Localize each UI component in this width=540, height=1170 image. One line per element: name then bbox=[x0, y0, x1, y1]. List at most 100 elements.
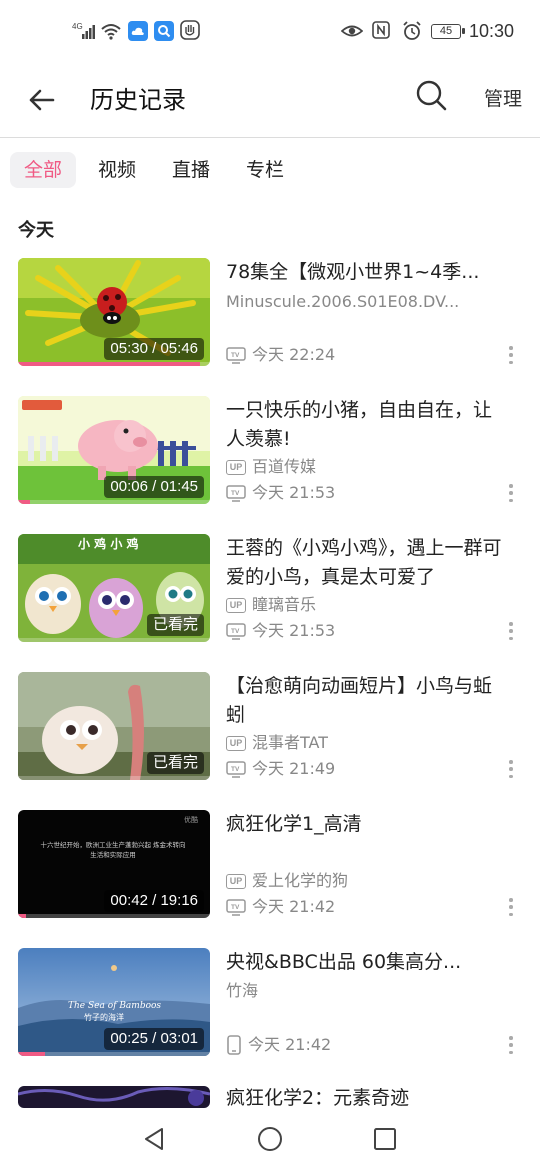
page-title: 历史记录 bbox=[90, 86, 186, 114]
tab-column[interactable]: 专栏 bbox=[232, 152, 298, 188]
video-thumbnail[interactable]: 优酷 十六世纪开始，欧洲工业生产蓬勃兴起 炼金术转向生活和实际应用 00:42 … bbox=[18, 810, 210, 918]
watch-time-row: TV 今天 22:24 bbox=[226, 344, 335, 366]
progress-track bbox=[18, 500, 210, 504]
tab-video[interactable]: 视频 bbox=[84, 152, 150, 188]
watch-time-row: TV 今天 21:42 bbox=[226, 896, 335, 918]
history-item[interactable]: 05:30 / 05:46 78集全【微观小世界1~4季... Minuscul… bbox=[0, 258, 540, 366]
watch-time: 今天 21:53 bbox=[252, 483, 336, 502]
square-recents-icon bbox=[374, 1128, 396, 1150]
search-icon bbox=[416, 80, 447, 111]
svg-text:竹子的海洋: 竹子的海洋 bbox=[84, 1012, 124, 1022]
wifi-icon bbox=[100, 20, 122, 42]
up-badge-icon: UP bbox=[226, 459, 246, 475]
history-item[interactable]: 优酷 十六世纪开始，欧洲工业生产蓬勃兴起 炼金术转向生活和实际应用 00:42 … bbox=[0, 810, 540, 918]
uploader-row: UP 百道传媒 bbox=[226, 456, 316, 478]
video-title[interactable]: 【治愈萌向动画短片】小鸟与蚯蚓 bbox=[226, 672, 506, 730]
more-options-icon[interactable] bbox=[508, 622, 514, 640]
watch-time: 今天 21:42 bbox=[248, 1035, 332, 1054]
progress-track bbox=[18, 914, 210, 918]
svg-text:The Sea of Bamboos: The Sea of Bamboos bbox=[68, 1001, 161, 1011]
watch-time-row: TV 今天 21:53 bbox=[226, 482, 335, 504]
watch-time: 今天 21:42 bbox=[252, 897, 336, 916]
eye-icon bbox=[340, 20, 364, 42]
history-item[interactable]: 00:06 / 01:45 一只快乐的小猪，自由自在，让人羡慕! UP 百道传媒… bbox=[0, 396, 540, 504]
chemistry2-thumbnail-image bbox=[18, 1086, 210, 1108]
watch-time: 今天 21:53 bbox=[252, 621, 336, 640]
battery-indicator: 45 bbox=[430, 23, 465, 39]
tv-icon: TV bbox=[226, 484, 246, 502]
section-title-today: 今天 bbox=[18, 220, 54, 241]
uploader-name[interactable]: 百道传媒 bbox=[252, 456, 316, 478]
nav-back-button[interactable] bbox=[142, 1126, 168, 1152]
video-title[interactable]: 王蓉的《小鸡小鸡》，遇上一群可爱的小鸟，真是太可爱了 bbox=[226, 534, 506, 592]
uploader-name[interactable]: 爱上化学的狗 bbox=[252, 870, 348, 892]
tab-all[interactable]: 全部 bbox=[10, 152, 77, 188]
duration-label: 已看完 bbox=[146, 752, 204, 774]
video-title[interactable]: 央视&BBC出品 60集高分... bbox=[226, 948, 506, 977]
more-options-icon[interactable] bbox=[508, 1036, 514, 1054]
watch-progress-bar bbox=[18, 1052, 45, 1056]
up-badge-icon: UP bbox=[226, 873, 246, 889]
status-bar: 4G 45 10:30 bbox=[0, 0, 540, 66]
nav-recents-button[interactable] bbox=[372, 1126, 398, 1152]
uploader-name[interactable]: 混事者TAT bbox=[252, 732, 328, 754]
watch-progress-bar bbox=[18, 500, 30, 504]
weather-app-icon bbox=[128, 21, 148, 41]
back-button[interactable] bbox=[24, 82, 60, 118]
video-title[interactable]: 78集全【微观小世界1~4季... bbox=[226, 258, 506, 287]
progress-track bbox=[18, 776, 210, 780]
video-thumbnail[interactable]: 00:06 / 01:45 bbox=[18, 396, 210, 504]
phone-icon bbox=[226, 1035, 242, 1055]
video-subtitle: Minuscule.2006.S01E08.DV... bbox=[226, 292, 460, 311]
uploader-row: UP 混事者TAT bbox=[226, 732, 328, 754]
manage-button[interactable]: 管理 bbox=[484, 84, 522, 114]
tv-icon: TV bbox=[226, 760, 246, 778]
status-time: 10:30 bbox=[468, 20, 514, 41]
svg-text:TV: TV bbox=[231, 490, 240, 497]
watch-progress-bar bbox=[18, 914, 26, 918]
history-item[interactable]: 小 鸡 小 鸡 已看完 王蓉的《小鸡小鸡》，遇上一群可爱的小鸟，真是太可爱了 U… bbox=[0, 534, 540, 642]
tv-icon: TV bbox=[226, 346, 246, 364]
search-app-icon bbox=[154, 21, 174, 41]
more-options-icon[interactable] bbox=[508, 898, 514, 916]
video-thumbnail[interactable]: 05:30 / 05:46 bbox=[18, 258, 210, 366]
duration-label: 00:25 / 03:01 bbox=[104, 1028, 204, 1050]
history-item[interactable]: 已看完 【治愈萌向动画短片】小鸟与蚯蚓 UP 混事者TAT TV 今天 21:4… bbox=[0, 672, 540, 780]
history-item[interactable]: The Sea of Bamboos 竹子的海洋 00:25 / 03:01 央… bbox=[0, 948, 540, 1056]
video-title[interactable]: 疯狂化学1_高清 bbox=[226, 810, 506, 839]
history-item[interactable]: 疯狂化学2：元素奇迹 bbox=[0, 1086, 540, 1108]
filter-tabs: 全部 视频 直播 专栏 bbox=[10, 152, 306, 188]
video-title[interactable]: 一只快乐的小猪，自由自在，让人羡慕! bbox=[226, 396, 506, 454]
svg-text:TV: TV bbox=[231, 352, 240, 359]
up-badge-icon: UP bbox=[226, 735, 246, 751]
video-thumbnail[interactable] bbox=[18, 1086, 210, 1108]
more-options-icon[interactable] bbox=[508, 346, 514, 364]
tv-icon: TV bbox=[226, 622, 246, 640]
duration-label: 已看完 bbox=[146, 614, 204, 636]
video-thumbnail[interactable]: 小 鸡 小 鸡 已看完 bbox=[18, 534, 210, 642]
watch-time: 今天 22:24 bbox=[252, 345, 336, 364]
more-options-icon[interactable] bbox=[508, 484, 514, 502]
watch-time: 今天 21:49 bbox=[252, 759, 336, 778]
tab-live[interactable]: 直播 bbox=[158, 152, 224, 188]
watch-time-row: 今天 21:42 bbox=[226, 1034, 331, 1056]
tv-icon: TV bbox=[226, 898, 246, 916]
svg-text:TV: TV bbox=[231, 904, 240, 911]
triangle-back-icon bbox=[145, 1128, 163, 1150]
uploader-name[interactable]: 瞳璃音乐 bbox=[252, 594, 316, 616]
more-options-icon[interactable] bbox=[508, 760, 514, 778]
video-thumbnail[interactable]: The Sea of Bamboos 竹子的海洋 00:25 / 03:01 bbox=[18, 948, 210, 1056]
app-header: 历史记录 管理 bbox=[0, 66, 540, 138]
nav-home-button[interactable] bbox=[257, 1126, 283, 1152]
alarm-icon bbox=[401, 20, 423, 42]
svg-text:TV: TV bbox=[231, 766, 240, 773]
status-left: 4G bbox=[72, 20, 202, 42]
video-thumbnail[interactable]: 已看完 bbox=[18, 672, 210, 780]
watch-progress-bar bbox=[18, 362, 201, 366]
search-button[interactable] bbox=[414, 78, 448, 112]
svg-text:小 鸡 小 鸡: 小 鸡 小 鸡 bbox=[78, 536, 139, 551]
progress-track bbox=[18, 1052, 210, 1056]
system-navigation-bar bbox=[0, 1108, 540, 1170]
duration-label: 05:30 / 05:46 bbox=[104, 338, 204, 360]
video-title[interactable]: 疯狂化学2：元素奇迹 bbox=[226, 1086, 506, 1108]
